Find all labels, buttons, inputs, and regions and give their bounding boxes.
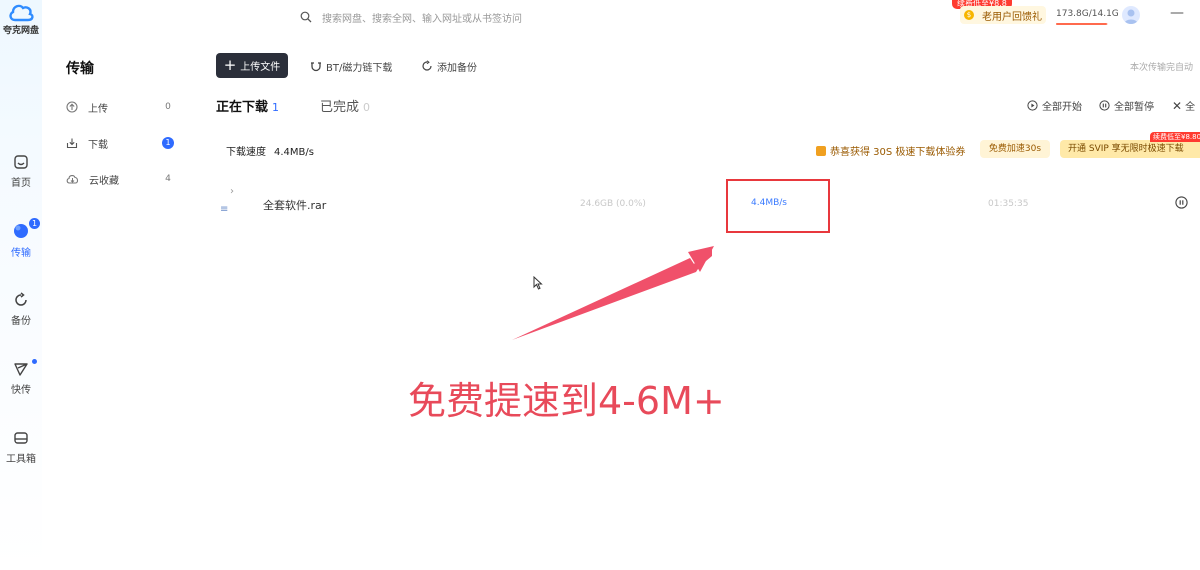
annotation-text: 免费提速到4-6M+ [408, 379, 725, 423]
mouse-cursor-icon [533, 276, 543, 290]
annotation-arrow [512, 246, 714, 340]
